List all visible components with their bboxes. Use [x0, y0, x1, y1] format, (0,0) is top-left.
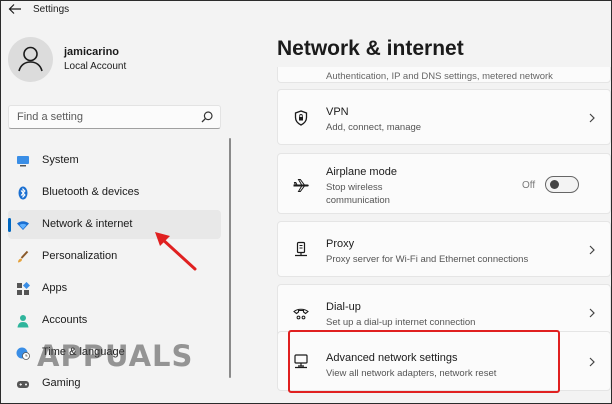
sidebar-item-label: Gaming [42, 377, 81, 389]
shield-icon [294, 110, 308, 126]
card-title: Advanced network settings [326, 352, 458, 364]
card-subtitle: Proxy server for Wi-Fi and Ethernet conn… [326, 254, 529, 265]
ethernet-card-partial[interactable]: Authentication, IP and DNS settings, met… [277, 67, 611, 83]
airplane-icon [293, 179, 309, 192]
toggle-knob [550, 180, 559, 189]
watermark: APPUALS [37, 339, 194, 373]
network-adapter-icon [294, 354, 308, 369]
wifi-icon [17, 221, 29, 230]
title-bar: Settings [1, 1, 612, 19]
apps-icon [17, 282, 30, 295]
sidebar-item-label: Apps [42, 282, 68, 294]
bluetooth-icon [18, 186, 28, 200]
sidebar-item-gaming[interactable]: Gaming [8, 369, 221, 398]
card-subtitle-line1: Stop wireless [326, 182, 383, 193]
search-box[interactable] [8, 105, 221, 129]
card-title: Dial-up [326, 301, 361, 313]
proxy-card[interactable]: Proxy Proxy server for Wi-Fi and Etherne… [277, 221, 611, 277]
sidebar-item-apps[interactable]: Apps [8, 274, 221, 303]
gamepad-icon [17, 381, 29, 388]
back-arrow-icon[interactable] [7, 2, 23, 16]
person-avatar-icon [18, 46, 43, 72]
card-title: Proxy [326, 238, 355, 250]
sidebar-item-accounts[interactable]: Accounts [8, 306, 221, 335]
sidebar-item-label: System [42, 154, 79, 166]
sidebar-scrollbar[interactable] [229, 138, 231, 378]
vpn-card[interactable]: VPN Add, connect, manage [277, 89, 611, 145]
chevron-right-icon [589, 308, 595, 318]
sidebar-item-bluetooth[interactable]: Bluetooth & devices [8, 178, 221, 207]
card-title: VPN [326, 106, 349, 118]
card-subtitle: Authentication, IP and DNS settings, met… [326, 71, 553, 82]
monitor-icon [17, 156, 29, 167]
active-indicator [8, 218, 11, 232]
sidebar-item-label: Accounts [42, 314, 88, 326]
sidebar-item-system[interactable]: System [8, 146, 221, 175]
card-subtitle-line2: communication [326, 195, 390, 206]
avatar[interactable] [8, 37, 53, 82]
brush-icon [18, 250, 29, 263]
toggle-state-label: Off [522, 180, 536, 191]
sidebar-item-personalization[interactable]: Personalization [8, 242, 221, 271]
page-title: Network & internet [277, 37, 464, 60]
dialup-icon [293, 308, 309, 320]
card-title: Airplane mode [326, 166, 397, 178]
sidebar-item-network[interactable]: Network & internet [8, 210, 221, 239]
card-subtitle: View all network adapters, network reset [326, 368, 497, 379]
airplane-mode-toggle[interactable] [545, 176, 579, 193]
account-type: Local Account [64, 61, 127, 72]
chevron-right-icon [589, 113, 595, 123]
person-icon [17, 315, 29, 328]
globe-clock-icon [16, 347, 30, 360]
sidebar-item-label: Bluetooth & devices [42, 186, 140, 198]
sidebar-item-label: Network & internet [42, 218, 133, 230]
user-name: jamicarino [64, 46, 120, 58]
advanced-network-settings-card[interactable]: Advanced network settings View all netwo… [277, 331, 611, 391]
chevron-right-icon [589, 245, 595, 255]
search-icon[interactable] [200, 110, 214, 124]
window-title: Settings [33, 4, 70, 15]
search-input[interactable] [9, 106, 189, 128]
settings-list: Authentication, IP and DNS settings, met… [277, 67, 612, 404]
airplane-mode-card[interactable]: Airplane mode Stop wireless communicatio… [277, 153, 611, 214]
sidebar-item-label: Personalization [42, 250, 118, 262]
proxy-icon [295, 241, 307, 257]
card-subtitle: Set up a dial-up internet connection [326, 317, 476, 328]
chevron-right-icon [589, 357, 595, 367]
card-subtitle: Add, connect, manage [326, 122, 422, 133]
